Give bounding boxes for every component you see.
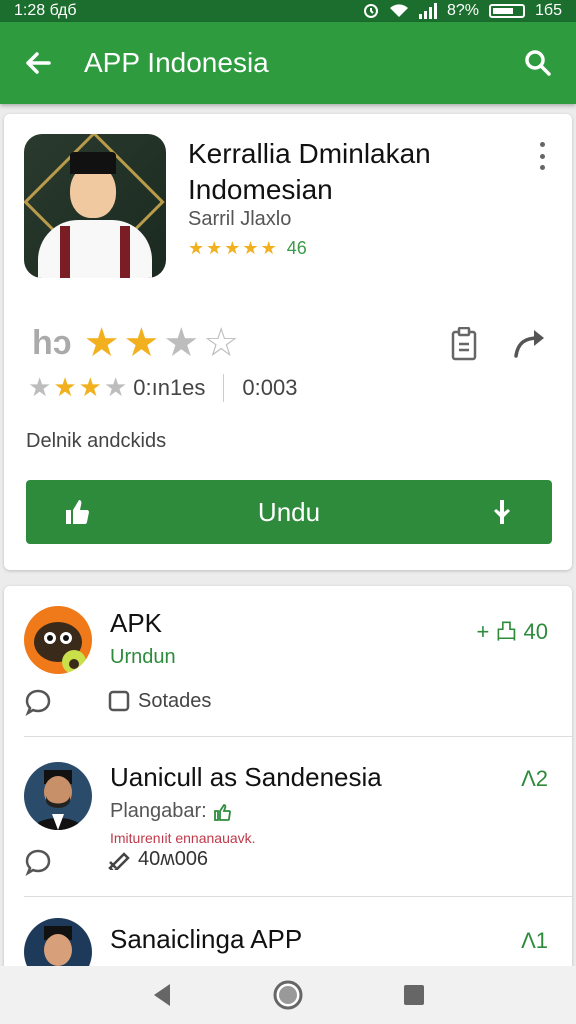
star-icon: ★: [242, 238, 259, 258]
status-icons: 8?% 1б5: [363, 2, 562, 20]
app-description: Delnik andckids: [26, 430, 167, 452]
app-detail-card: Kerrallia Dminlakan Indomesian Sarril Jl…: [4, 114, 572, 570]
recents-square-icon[interactable]: [402, 983, 426, 1007]
small-rating-text: 0:ın1es: [133, 374, 206, 400]
edit-icon: [108, 852, 130, 870]
list-item-subtitle: Urndun: [110, 646, 176, 668]
star-icon[interactable]: ★: [163, 320, 199, 366]
navigation-bar: [0, 966, 576, 1024]
divider: [223, 373, 225, 402]
search-icon: [525, 50, 551, 76]
divider: [24, 896, 572, 897]
avatar: [24, 606, 92, 674]
star-outline-icon[interactable]: ☆: [203, 320, 239, 366]
wifi-icon: [390, 4, 408, 17]
alarm-icon: [364, 4, 378, 18]
app-bar-title: APP Indonesia: [84, 47, 269, 78]
download-hand-icon: [494, 500, 510, 524]
list-item-subtitle-row: Plangabar:: [110, 800, 231, 823]
star-icon: ★: [53, 372, 77, 402]
star-icon: ★: [206, 238, 223, 258]
clipboard-icon: [451, 327, 477, 361]
app-title-line1: Kerrallia Dminlakan: [188, 138, 431, 169]
checkbox-icon[interactable]: [108, 690, 130, 712]
app-bar: APP Indonesia: [0, 22, 576, 104]
overflow-menu-button[interactable]: [532, 138, 552, 174]
star-icon[interactable]: ★: [124, 320, 160, 366]
big-rating-label: hɔ: [32, 323, 72, 362]
clipboard-button[interactable]: [444, 324, 484, 364]
battery-percent: 8?%: [447, 2, 480, 19]
comment-icon: [25, 689, 51, 716]
rating-row: ★ ★ ★ ★ ★ 46: [188, 238, 307, 259]
star-icon: ★: [188, 238, 205, 258]
app-title-line2: Indomesian: [188, 174, 333, 205]
share-button[interactable]: [510, 322, 550, 362]
avatar: [24, 762, 92, 830]
list-item-badge: Λ1: [521, 928, 548, 953]
list-item-title: Uanicull as Sandenesia: [110, 762, 382, 792]
thumbs-up-icon: [66, 500, 89, 524]
list-item-subtitle: Plangabar:: [110, 800, 207, 822]
signal-icon: [419, 3, 437, 19]
list-item-meta: Sotades: [138, 690, 212, 712]
battery-icon: [489, 4, 526, 18]
list-item-title: Sanaiclinga APP: [110, 924, 303, 954]
list-item[interactable]: Uanicull as Sandenesia Plangabar: Imitur…: [4, 738, 572, 894]
status-time: 1:28 бдб: [14, 2, 77, 19]
app-title: Kerrallia Dminlakan Indomesian: [188, 136, 508, 208]
star-icon[interactable]: ★: [84, 320, 120, 366]
back-triangle-icon[interactable]: [150, 982, 174, 1008]
developer-name[interactable]: Sarril Jlaxlo: [188, 208, 291, 231]
list-item-caption: Imiturenıit ennanauavk.: [110, 830, 256, 846]
home-circle-icon[interactable]: [273, 980, 303, 1010]
big-rating-row: hɔ ★ ★ ★ ☆: [32, 320, 239, 366]
list-item-meta: 40ʍ006: [138, 848, 209, 870]
install-button[interactable]: Undu: [26, 480, 552, 544]
app-icon: [24, 134, 166, 278]
list-item-title: APK: [110, 608, 163, 638]
status-right-text: 1б5: [535, 2, 562, 19]
list-item-badge: Λ2: [521, 766, 548, 791]
related-apps-list: APK Urndun + 凸 40 Sotades Uanicull as Sa…: [4, 586, 572, 986]
rating-count: 46: [286, 238, 307, 258]
install-label: Undu: [257, 496, 321, 527]
search-button[interactable]: [520, 45, 556, 81]
star-icon: ★: [78, 372, 102, 402]
status-bar: 1:28 бдб 8?% 1б5: [0, 0, 576, 22]
star-icon: ★: [260, 238, 277, 258]
thumbs-up-icon: [213, 803, 231, 821]
list-item-badge: + 凸 40: [476, 619, 548, 644]
star-icon: ★: [28, 372, 52, 402]
small-rating-value: 0:003: [242, 374, 298, 400]
star-icon: ★: [224, 238, 241, 258]
list-item[interactable]: APK Urndun + 凸 40 Sotades: [4, 586, 572, 736]
share-arrow-icon: [514, 330, 544, 358]
small-rating-row: ★ ★ ★ ★ 0:ın1es 0:003: [28, 372, 297, 403]
divider: [24, 736, 572, 737]
back-button[interactable]: [20, 45, 56, 81]
comment-icon: [25, 849, 51, 876]
back-arrow-icon: [26, 52, 51, 74]
star-icon: ★: [103, 372, 128, 402]
